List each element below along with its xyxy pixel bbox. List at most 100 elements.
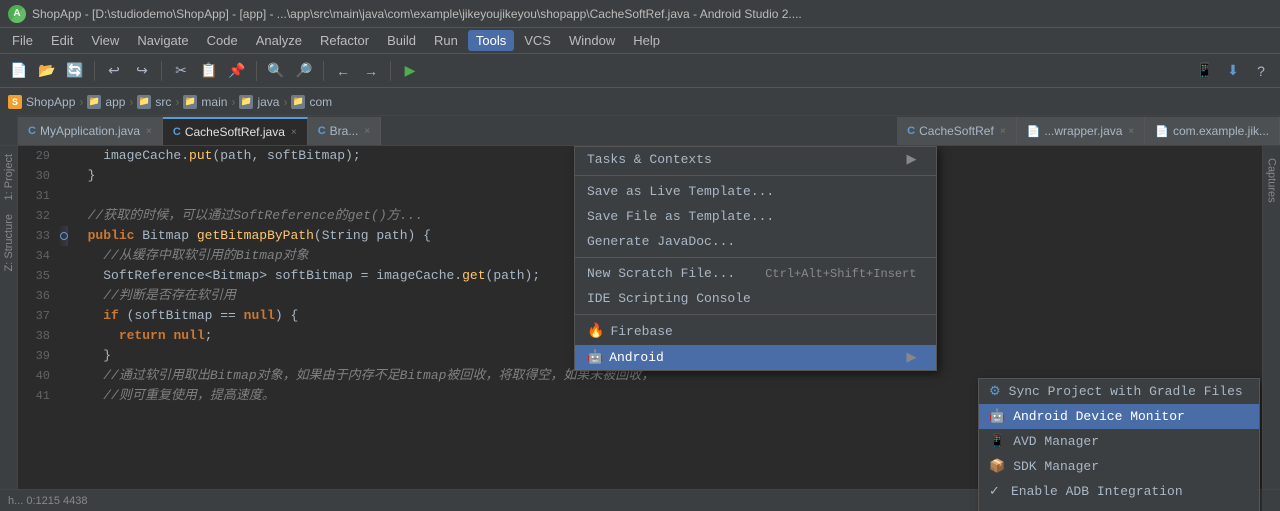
menu-vcs[interactable]: VCS: [516, 30, 559, 51]
toolbar-copy[interactable]: 📋: [196, 58, 222, 84]
tab-label-cr: CacheSoftRef: [919, 124, 994, 138]
tools-tasks[interactable]: Tasks & Contexts ▶: [575, 147, 936, 172]
submenu-enable-adb[interactable]: ✓ Enable ADB Integration: [979, 479, 1259, 504]
submenu-sync-gradle[interactable]: ⚙ Sync Project with Gradle Files: [979, 379, 1259, 404]
submenu-layout-inspector[interactable]: ⊞ Layout Inspector: [979, 504, 1259, 511]
tabs-area: C MyApplication.java × C CacheSoftRef.ja…: [0, 116, 1280, 146]
tab-close-wr[interactable]: ×: [1128, 126, 1134, 137]
toolbar-find[interactable]: 🔍: [263, 58, 289, 84]
breadcrumb-sep-3: ›: [175, 95, 179, 109]
right-panel: Captures: [1262, 146, 1280, 511]
src-folder-icon: 📁: [137, 95, 151, 109]
tools-sep-1: [575, 175, 936, 176]
tab-label-cache: CacheSoftRef.java: [185, 125, 285, 139]
tab-label-ce: com.example.jik...: [1173, 124, 1269, 138]
breadcrumb-shopapp[interactable]: S ShopApp: [8, 95, 75, 109]
new-scratch-shortcut: Ctrl+Alt+Shift+Insert: [765, 267, 916, 281]
tab-icon-bra: C: [318, 125, 326, 137]
tab-bra[interactable]: C Bra... ×: [308, 117, 381, 145]
monitor-icon: 🤖: [989, 409, 1005, 424]
menu-bar: File Edit View Navigate Code Analyze Ref…: [0, 28, 1280, 54]
toolbar-forward[interactable]: →: [358, 58, 384, 84]
tools-save-live[interactable]: Save as Live Template...: [575, 179, 936, 204]
tab-cachesoftref-right[interactable]: C CacheSoftRef ×: [897, 117, 1017, 145]
toolbar-help[interactable]: ?: [1248, 58, 1274, 84]
tools-save-file[interactable]: Save File as Template...: [575, 204, 936, 229]
toolbar-sync[interactable]: 🔄: [62, 58, 88, 84]
avd-icon: 📱: [989, 434, 1005, 449]
tools-new-scratch[interactable]: New Scratch File... Ctrl+Alt+Shift+Inser…: [575, 261, 936, 286]
breadcrumb-java[interactable]: 📁 java: [239, 95, 279, 109]
menu-file[interactable]: File: [4, 30, 41, 51]
tasks-arrow: ▶: [906, 152, 916, 167]
tools-sep-2: [575, 257, 936, 258]
code-editor[interactable]: 29 imageCache.put(path, softBitmap); 30 …: [18, 146, 1262, 511]
breadcrumb-src[interactable]: 📁 src: [137, 95, 171, 109]
firebase-icon: 🔥: [587, 323, 604, 340]
menu-window[interactable]: Window: [561, 30, 623, 51]
submenu-device-monitor[interactable]: 🤖 Android Device Monitor: [979, 404, 1259, 429]
menu-help[interactable]: Help: [625, 30, 668, 51]
tab-close-bra[interactable]: ×: [364, 126, 370, 137]
window-title: ShopApp - [D:\studiodemo\ShopApp] - [app…: [32, 7, 802, 21]
tab-close-cache[interactable]: ×: [291, 127, 297, 138]
toolbar-sep-5: [390, 61, 391, 81]
breadcrumb-com-label: com: [309, 95, 332, 109]
tab-close-cr[interactable]: ×: [1000, 126, 1006, 137]
breadcrumb-sep-4: ›: [231, 95, 235, 109]
toolbar-avd[interactable]: 📱: [1192, 58, 1218, 84]
tools-ide-scripting[interactable]: IDE Scripting Console: [575, 286, 936, 311]
breadcrumb-bar: S ShopApp › 📁 app › 📁 src › 📁 main › 📁 j…: [0, 88, 1280, 116]
app-logo: A: [8, 5, 26, 23]
sidebar-project[interactable]: 1: Project: [1, 150, 17, 204]
toolbar-sep-1: [94, 61, 95, 81]
tab-close-myapp[interactable]: ×: [146, 126, 152, 137]
toolbar: 📄 📂 🔄 ↩ ↪ ✂ 📋 📌 🔍 🔎 ← → ▶ 📱 ⬇ ?: [0, 54, 1280, 88]
menu-view[interactable]: View: [83, 30, 127, 51]
gradle-icon: ⚙: [989, 384, 1001, 399]
menu-tools[interactable]: Tools: [468, 30, 514, 51]
toolbar-cut[interactable]: ✂: [168, 58, 194, 84]
android-icon: 🤖: [587, 350, 603, 365]
main-folder-icon: 📁: [183, 95, 197, 109]
toolbar-back[interactable]: ←: [330, 58, 356, 84]
menu-navigate[interactable]: Navigate: [129, 30, 196, 51]
toolbar-undo[interactable]: ↩: [101, 58, 127, 84]
com-folder-icon: 📁: [291, 95, 305, 109]
tab-wrapper[interactable]: 📄 ...wrapper.java ×: [1017, 117, 1146, 145]
toolbar-redo[interactable]: ↪: [129, 58, 155, 84]
menu-analyze[interactable]: Analyze: [248, 30, 310, 51]
menu-run[interactable]: Run: [426, 30, 466, 51]
tab-cachesoftref[interactable]: C CacheSoftRef.java ×: [163, 117, 308, 145]
menu-edit[interactable]: Edit: [43, 30, 81, 51]
sidebar-structure[interactable]: Z: Structure: [1, 210, 17, 275]
tools-dropdown: Tasks & Contexts ▶ Save as Live Template…: [574, 146, 937, 371]
tab-comexample[interactable]: 📄 com.example.jik...: [1145, 117, 1280, 145]
submenu-sdk-manager[interactable]: 📦 SDK Manager: [979, 454, 1259, 479]
tools-firebase[interactable]: 🔥 Firebase: [575, 318, 936, 345]
tools-android[interactable]: 🤖 Android ▶: [575, 345, 936, 370]
tab-icon-ce: 📄: [1155, 125, 1169, 138]
menu-refactor[interactable]: Refactor: [312, 30, 377, 51]
toolbar-new-file[interactable]: 📄: [6, 58, 32, 84]
captures-tab[interactable]: Captures: [1263, 150, 1280, 211]
submenu-avd-manager[interactable]: 📱 AVD Manager: [979, 429, 1259, 454]
toolbar-replace[interactable]: 🔎: [291, 58, 317, 84]
toolbar-sdk[interactable]: ⬇: [1220, 58, 1246, 84]
toolbar-open[interactable]: 📂: [34, 58, 60, 84]
breadcrumb-java-label: java: [257, 95, 279, 109]
tab-icon-myapp: C: [28, 125, 36, 137]
toolbar-run[interactable]: ▶: [397, 58, 423, 84]
tab-label-myapp: MyApplication.java: [40, 124, 140, 138]
tab-myapplication[interactable]: C MyApplication.java ×: [18, 117, 163, 145]
breadcrumb-app[interactable]: 📁 app: [87, 95, 125, 109]
toolbar-paste[interactable]: 📌: [224, 58, 250, 84]
menu-code[interactable]: Code: [199, 30, 246, 51]
title-bar: A ShopApp - [D:\studiodemo\ShopApp] - [a…: [0, 0, 1280, 28]
breadcrumb-com[interactable]: 📁 com: [291, 95, 332, 109]
menu-build[interactable]: Build: [379, 30, 424, 51]
breadcrumb-main-label: main: [201, 95, 227, 109]
breadcrumb-sep-5: ›: [283, 95, 287, 109]
tools-gen-javadoc[interactable]: Generate JavaDoc...: [575, 229, 936, 254]
breadcrumb-main[interactable]: 📁 main: [183, 95, 227, 109]
